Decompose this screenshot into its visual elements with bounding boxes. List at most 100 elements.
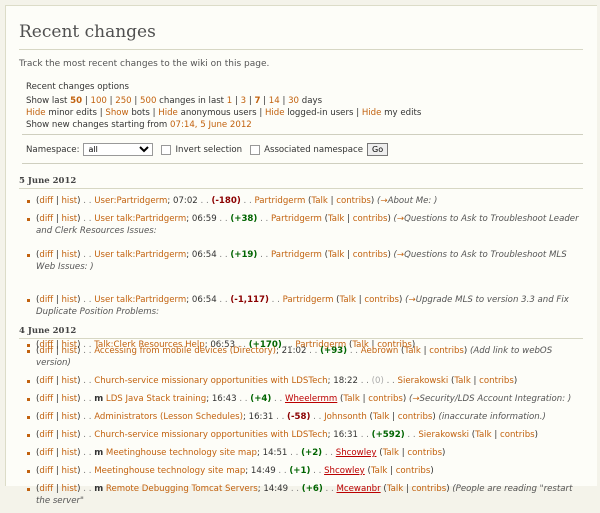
- diff-link[interactable]: diff: [39, 376, 53, 386]
- limit-link-250[interactable]: 250: [115, 96, 131, 106]
- limit-link-100[interactable]: 100: [90, 96, 106, 106]
- talk-link[interactable]: Talk: [383, 448, 399, 458]
- page-link[interactable]: User:Partridgerm: [94, 196, 167, 206]
- diff-link[interactable]: diff: [39, 466, 53, 476]
- limit-link-50[interactable]: 50: [70, 96, 82, 106]
- page-link[interactable]: Remote Debugging Tomcat Servers: [106, 484, 258, 494]
- section-arrow[interactable]: →: [408, 295, 415, 305]
- user-link[interactable]: Johnsonth: [324, 412, 367, 422]
- hist-link[interactable]: hist: [61, 430, 77, 440]
- associated-checkbox[interactable]: [250, 144, 261, 155]
- hist-link[interactable]: hist: [61, 346, 77, 356]
- page-link[interactable]: Meetinghouse technology site map: [106, 448, 257, 458]
- diff-link[interactable]: diff: [39, 196, 53, 206]
- dots: . .: [309, 346, 321, 356]
- talk-link[interactable]: Talk: [328, 214, 344, 224]
- contribs-link[interactable]: contribs: [336, 196, 371, 206]
- user-link[interactable]: Aebrown: [361, 346, 399, 356]
- hist-link[interactable]: hist: [61, 196, 77, 206]
- section-arrow[interactable]: →: [412, 394, 419, 404]
- user-link[interactable]: Shcowley: [336, 448, 377, 458]
- show-new-link[interactable]: 07:14, 5 June 2012: [170, 120, 252, 130]
- contribs-link[interactable]: contribs: [368, 394, 403, 404]
- talk-link[interactable]: Talk: [343, 394, 359, 404]
- talk-link[interactable]: Talk: [311, 196, 327, 206]
- diff-link[interactable]: diff: [39, 214, 53, 224]
- days-link-30[interactable]: 30: [288, 96, 299, 106]
- day-divider: [19, 338, 583, 339]
- diff-link[interactable]: diff: [39, 430, 53, 440]
- toggle-bots[interactable]: Show: [105, 108, 128, 118]
- hist-link[interactable]: hist: [61, 394, 77, 404]
- page-link[interactable]: Administrators (Lesson Schedules): [94, 412, 243, 422]
- diff-link[interactable]: diff: [39, 250, 53, 260]
- minor-flag: m: [94, 484, 104, 494]
- dots: . .: [268, 295, 283, 305]
- hist-link[interactable]: hist: [61, 214, 77, 224]
- talk-link[interactable]: Talk: [404, 346, 420, 356]
- days-link-14[interactable]: 14: [269, 96, 280, 106]
- contribs-link[interactable]: contribs: [398, 412, 433, 422]
- contribs-link[interactable]: contribs: [500, 430, 535, 440]
- contribs-link[interactable]: contribs: [407, 448, 442, 458]
- user-link[interactable]: Wheelermm: [285, 394, 337, 404]
- diff-link[interactable]: diff: [39, 295, 53, 305]
- user-link[interactable]: Sierakowski: [398, 376, 449, 386]
- user-link[interactable]: Partridgerm: [271, 250, 322, 260]
- show-last-label: Show last: [26, 96, 71, 106]
- contribs-link[interactable]: contribs: [412, 484, 447, 494]
- hist-link[interactable]: hist: [61, 376, 77, 386]
- user-link[interactable]: Sierakowski: [418, 430, 469, 440]
- page-link[interactable]: User talk:Partridgerm: [94, 250, 186, 260]
- toggle-anonymous-users[interactable]: Hide: [158, 108, 178, 118]
- page-link[interactable]: Church-service missionary opportunities …: [94, 430, 327, 440]
- change-row: (diff | hist) . . User talk:Partridgerm;…: [27, 213, 587, 237]
- diff-link[interactable]: diff: [39, 484, 53, 494]
- hist-link[interactable]: hist: [61, 466, 77, 476]
- user-link[interactable]: Partridgerm: [254, 196, 305, 206]
- talk-link[interactable]: Talk: [475, 430, 491, 440]
- user-link[interactable]: Mcewanbr: [336, 484, 380, 494]
- hist-link[interactable]: hist: [61, 295, 77, 305]
- talk-link[interactable]: Talk: [387, 484, 403, 494]
- contribs-link[interactable]: contribs: [396, 466, 431, 476]
- user-link[interactable]: Partridgerm: [271, 214, 322, 224]
- page-link[interactable]: User talk:Partridgerm: [94, 214, 186, 224]
- diff-link[interactable]: diff: [39, 394, 53, 404]
- invert-checkbox[interactable]: [161, 144, 172, 155]
- contribs-link[interactable]: contribs: [364, 295, 399, 305]
- limit-link-500[interactable]: 500: [140, 96, 156, 106]
- section-arrow[interactable]: →: [397, 250, 404, 260]
- go-button[interactable]: Go: [367, 143, 389, 156]
- hist-link[interactable]: hist: [61, 412, 77, 422]
- form-divider: [22, 163, 583, 164]
- contribs-link[interactable]: contribs: [429, 346, 464, 356]
- talk-link[interactable]: Talk: [340, 295, 356, 305]
- contribs-link[interactable]: contribs: [353, 250, 388, 260]
- page-link[interactable]: Church-service missionary opportunities …: [94, 376, 327, 386]
- talk-link[interactable]: Talk: [328, 250, 344, 260]
- namespace-select[interactable]: all: [83, 143, 154, 156]
- diff-link[interactable]: diff: [39, 346, 53, 356]
- user-link[interactable]: Partridgerm: [283, 295, 334, 305]
- toggle-my-edits[interactable]: Hide: [362, 108, 382, 118]
- hist-link[interactable]: hist: [61, 484, 77, 494]
- page-link[interactable]: Accessing from mobile devices (Directory…: [94, 346, 276, 356]
- diff-link[interactable]: diff: [39, 412, 53, 422]
- talk-link[interactable]: Talk: [373, 412, 389, 422]
- toggle-minor-edits[interactable]: Hide: [26, 108, 46, 118]
- user-link[interactable]: Shcowley: [324, 466, 365, 476]
- page-link[interactable]: User talk:Partridgerm: [94, 295, 186, 305]
- page-link[interactable]: Meetinghouse technology site map: [94, 466, 245, 476]
- diff-link[interactable]: diff: [39, 448, 53, 458]
- hist-link[interactable]: hist: [61, 448, 77, 458]
- contribs-link[interactable]: contribs: [479, 376, 514, 386]
- section-arrow[interactable]: →: [397, 214, 404, 224]
- contribs-link[interactable]: contribs: [353, 214, 388, 224]
- talk-link[interactable]: Talk: [454, 376, 470, 386]
- page-link[interactable]: LDS Java Stack training: [106, 394, 206, 404]
- talk-link[interactable]: Talk: [371, 466, 387, 476]
- section-arrow[interactable]: →: [380, 196, 387, 206]
- hist-link[interactable]: hist: [61, 250, 77, 260]
- toggle-logged-in-users[interactable]: Hide: [265, 108, 285, 118]
